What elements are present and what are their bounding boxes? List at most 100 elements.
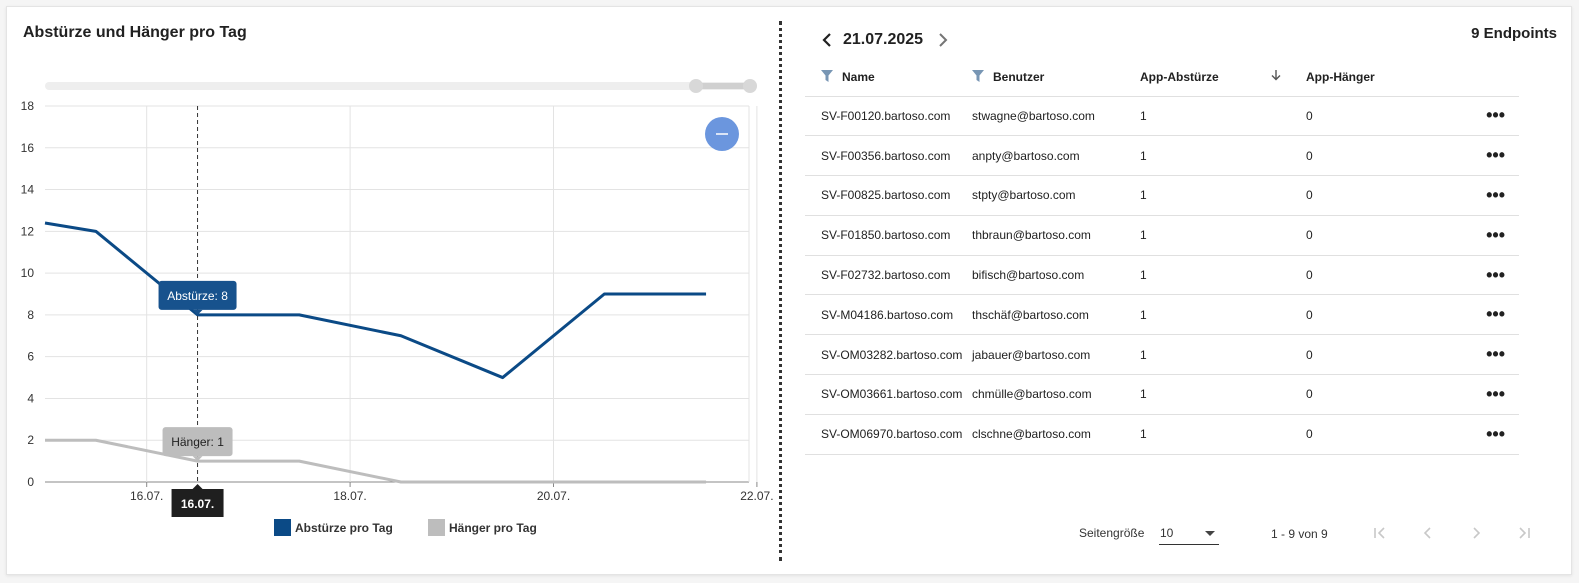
endpoints-table-body: SV-F00120.bartoso.com stwagne@bartoso.com… — [805, 96, 1519, 455]
chevron-right-icon[interactable] — [933, 29, 953, 51]
cell-hangs: 0 — [1306, 334, 1466, 376]
more-actions-icon[interactable]: ••• — [1486, 265, 1505, 285]
table-row[interactable]: SV-OM03661.bartoso.com chmülle@bartoso.co… — [805, 374, 1519, 415]
zoom-range-handle-end[interactable] — [743, 79, 757, 93]
column-header-user[interactable]: Benutzer — [972, 58, 1140, 97]
table-row[interactable]: SV-M04186.bartoso.com thschäf@bartoso.com… — [805, 294, 1519, 336]
more-actions-icon[interactable]: ••• — [1486, 424, 1505, 444]
y-tick-label: 10 — [21, 266, 35, 280]
table-row[interactable]: SV-F01850.bartoso.com thbraun@bartoso.com… — [805, 215, 1519, 256]
x-tick-label: 18.07. — [333, 489, 366, 503]
dashboard-card: Abstürze und Hänger pro Tag 0 2 4 6 8 10 12 14 1… — [6, 6, 1572, 575]
chart-panel: Abstürze und Hänger pro Tag 0 2 4 6 8 10 12 14 1… — [7, 7, 779, 574]
sort-column-crashes[interactable] — [1270, 58, 1306, 97]
x-tick-label: 20.07. — [537, 489, 570, 503]
tooltip-crashes-text: Abstürze: 8 — [167, 289, 228, 303]
cell-hangs: 0 — [1306, 374, 1466, 415]
cell-spacer — [1270, 96, 1306, 137]
chevron-left-icon[interactable] — [817, 29, 837, 51]
cell-name[interactable]: SV-OM03282.bartoso.com — [805, 334, 972, 376]
cell-hangs: 0 — [1306, 135, 1466, 177]
arrow-down-icon[interactable] — [1270, 69, 1282, 81]
cell-crashes: 1 — [1140, 374, 1270, 415]
cell-spacer — [1270, 334, 1306, 376]
cell-user: jabauer@bartoso.com — [972, 334, 1140, 376]
cell-user: anpty@bartoso.com — [972, 135, 1140, 177]
legend-swatch-crashes — [274, 519, 291, 536]
column-header-hangs[interactable]: App-Hänger — [1306, 58, 1466, 97]
cell-name[interactable]: SV-F00120.bartoso.com — [805, 96, 972, 137]
cell-crashes: 1 — [1140, 334, 1270, 376]
crosshair-label: 16.07. — [181, 497, 214, 511]
cell-spacer — [1270, 414, 1306, 455]
cell-user: stpty@bartoso.com — [972, 175, 1140, 216]
pagination-bar: Seitengröße 10 1 - 9 von 9 — [805, 517, 1565, 547]
cell-name[interactable]: SV-F02732.bartoso.com — [805, 255, 972, 296]
page-size-value: 10 — [1160, 526, 1174, 540]
y-tick-label: 8 — [27, 308, 34, 322]
table-row[interactable]: SV-OM03282.bartoso.com jabauer@bartoso.co… — [805, 334, 1519, 376]
table-row[interactable]: SV-F02732.bartoso.com bifisch@bartoso.com… — [805, 255, 1519, 296]
table-row[interactable]: SV-F00825.bartoso.com stpty@bartoso.com 1 0… — [805, 175, 1519, 216]
cell-crashes: 1 — [1140, 414, 1270, 455]
cell-spacer — [1270, 175, 1306, 216]
more-actions-icon[interactable]: ••• — [1486, 225, 1505, 245]
crash-hang-chart: 0 2 4 6 8 10 12 14 16 18 16.07. 18.07. 20.07. 22.07. 1… — [21, 79, 774, 517]
filter-icon[interactable] — [821, 69, 833, 82]
cell-spacer — [1270, 255, 1306, 296]
cell-name[interactable]: SV-F01850.bartoso.com — [805, 215, 972, 256]
y-tick-label: 16 — [21, 141, 35, 155]
y-tick-label: 12 — [21, 224, 35, 238]
more-actions-icon[interactable]: ••• — [1486, 304, 1505, 324]
cell-spacer — [1270, 374, 1306, 415]
more-actions-icon[interactable]: ••• — [1486, 344, 1505, 364]
series-line-crashes[interactable] — [44, 221, 707, 380]
tooltip-hangs-text: Hänger: 1 — [171, 435, 224, 449]
cell-name[interactable]: SV-M04186.bartoso.com — [805, 294, 972, 336]
more-actions-icon[interactable]: ••• — [1486, 105, 1505, 125]
endpoints-count: 9 Endpoints — [1471, 25, 1557, 42]
table-row[interactable]: SV-F00120.bartoso.com stwagne@bartoso.com… — [805, 96, 1519, 137]
panel-splitter[interactable] — [779, 21, 782, 561]
more-actions-icon[interactable]: ••• — [1486, 145, 1505, 165]
zoom-range-handle-start[interactable] — [689, 79, 703, 93]
series-line-hangs[interactable] — [45, 438, 707, 484]
cell-name[interactable]: SV-OM03661.bartoso.com — [805, 374, 972, 415]
cell-user: clschne@bartoso.com — [972, 414, 1140, 455]
column-header-actions — [1466, 58, 1519, 97]
page-size-select[interactable]: 10 — [1159, 521, 1219, 545]
x-tick-label: 22.07. — [740, 489, 773, 503]
cell-spacer — [1270, 294, 1306, 336]
table-row[interactable]: SV-OM06970.bartoso.com clschne@bartoso.co… — [805, 414, 1519, 455]
date-navigator: 21.07.2025 — [817, 29, 953, 51]
filter-icon[interactable] — [972, 69, 984, 82]
cell-user: bifisch@bartoso.com — [972, 255, 1140, 296]
previous-page-icon[interactable] — [1416, 521, 1440, 545]
y-tick-label: 18 — [21, 99, 35, 113]
more-actions-icon[interactable]: ••• — [1486, 185, 1505, 205]
cell-user: thschäf@bartoso.com — [972, 294, 1140, 336]
cell-crashes: 1 — [1140, 294, 1270, 336]
cell-name[interactable]: SV-OM06970.bartoso.com — [805, 414, 972, 455]
zoom-range-track[interactable] — [45, 82, 757, 90]
cell-name[interactable]: SV-F00356.bartoso.com — [805, 135, 972, 177]
cell-hangs: 0 — [1306, 96, 1466, 137]
legend-item-hangs[interactable]: Hänger pro Tag — [428, 519, 537, 536]
column-header-name[interactable]: Name — [805, 58, 972, 97]
cell-hangs: 0 — [1306, 215, 1466, 256]
more-actions-icon[interactable]: ••• — [1486, 384, 1505, 404]
first-page-icon[interactable] — [1368, 521, 1392, 545]
cell-crashes: 1 — [1140, 96, 1270, 137]
cell-name[interactable]: SV-F00825.bartoso.com — [805, 175, 972, 216]
crosshair-label-pointer — [192, 484, 203, 489]
y-tick-label: 4 — [27, 391, 34, 405]
cell-hangs: 0 — [1306, 175, 1466, 216]
table-row[interactable]: SV-F00356.bartoso.com anpty@bartoso.com 1 0… — [805, 135, 1519, 177]
legend-item-crashes[interactable]: Abstürze pro Tag — [274, 519, 393, 536]
column-header-crashes[interactable]: App-Abstürze — [1140, 58, 1270, 97]
page-range: 1 - 9 von 9 — [1271, 527, 1328, 541]
cell-spacer — [1270, 215, 1306, 256]
last-page-icon[interactable] — [1512, 521, 1536, 545]
next-page-icon[interactable] — [1464, 521, 1488, 545]
y-tick-label: 14 — [21, 183, 35, 197]
